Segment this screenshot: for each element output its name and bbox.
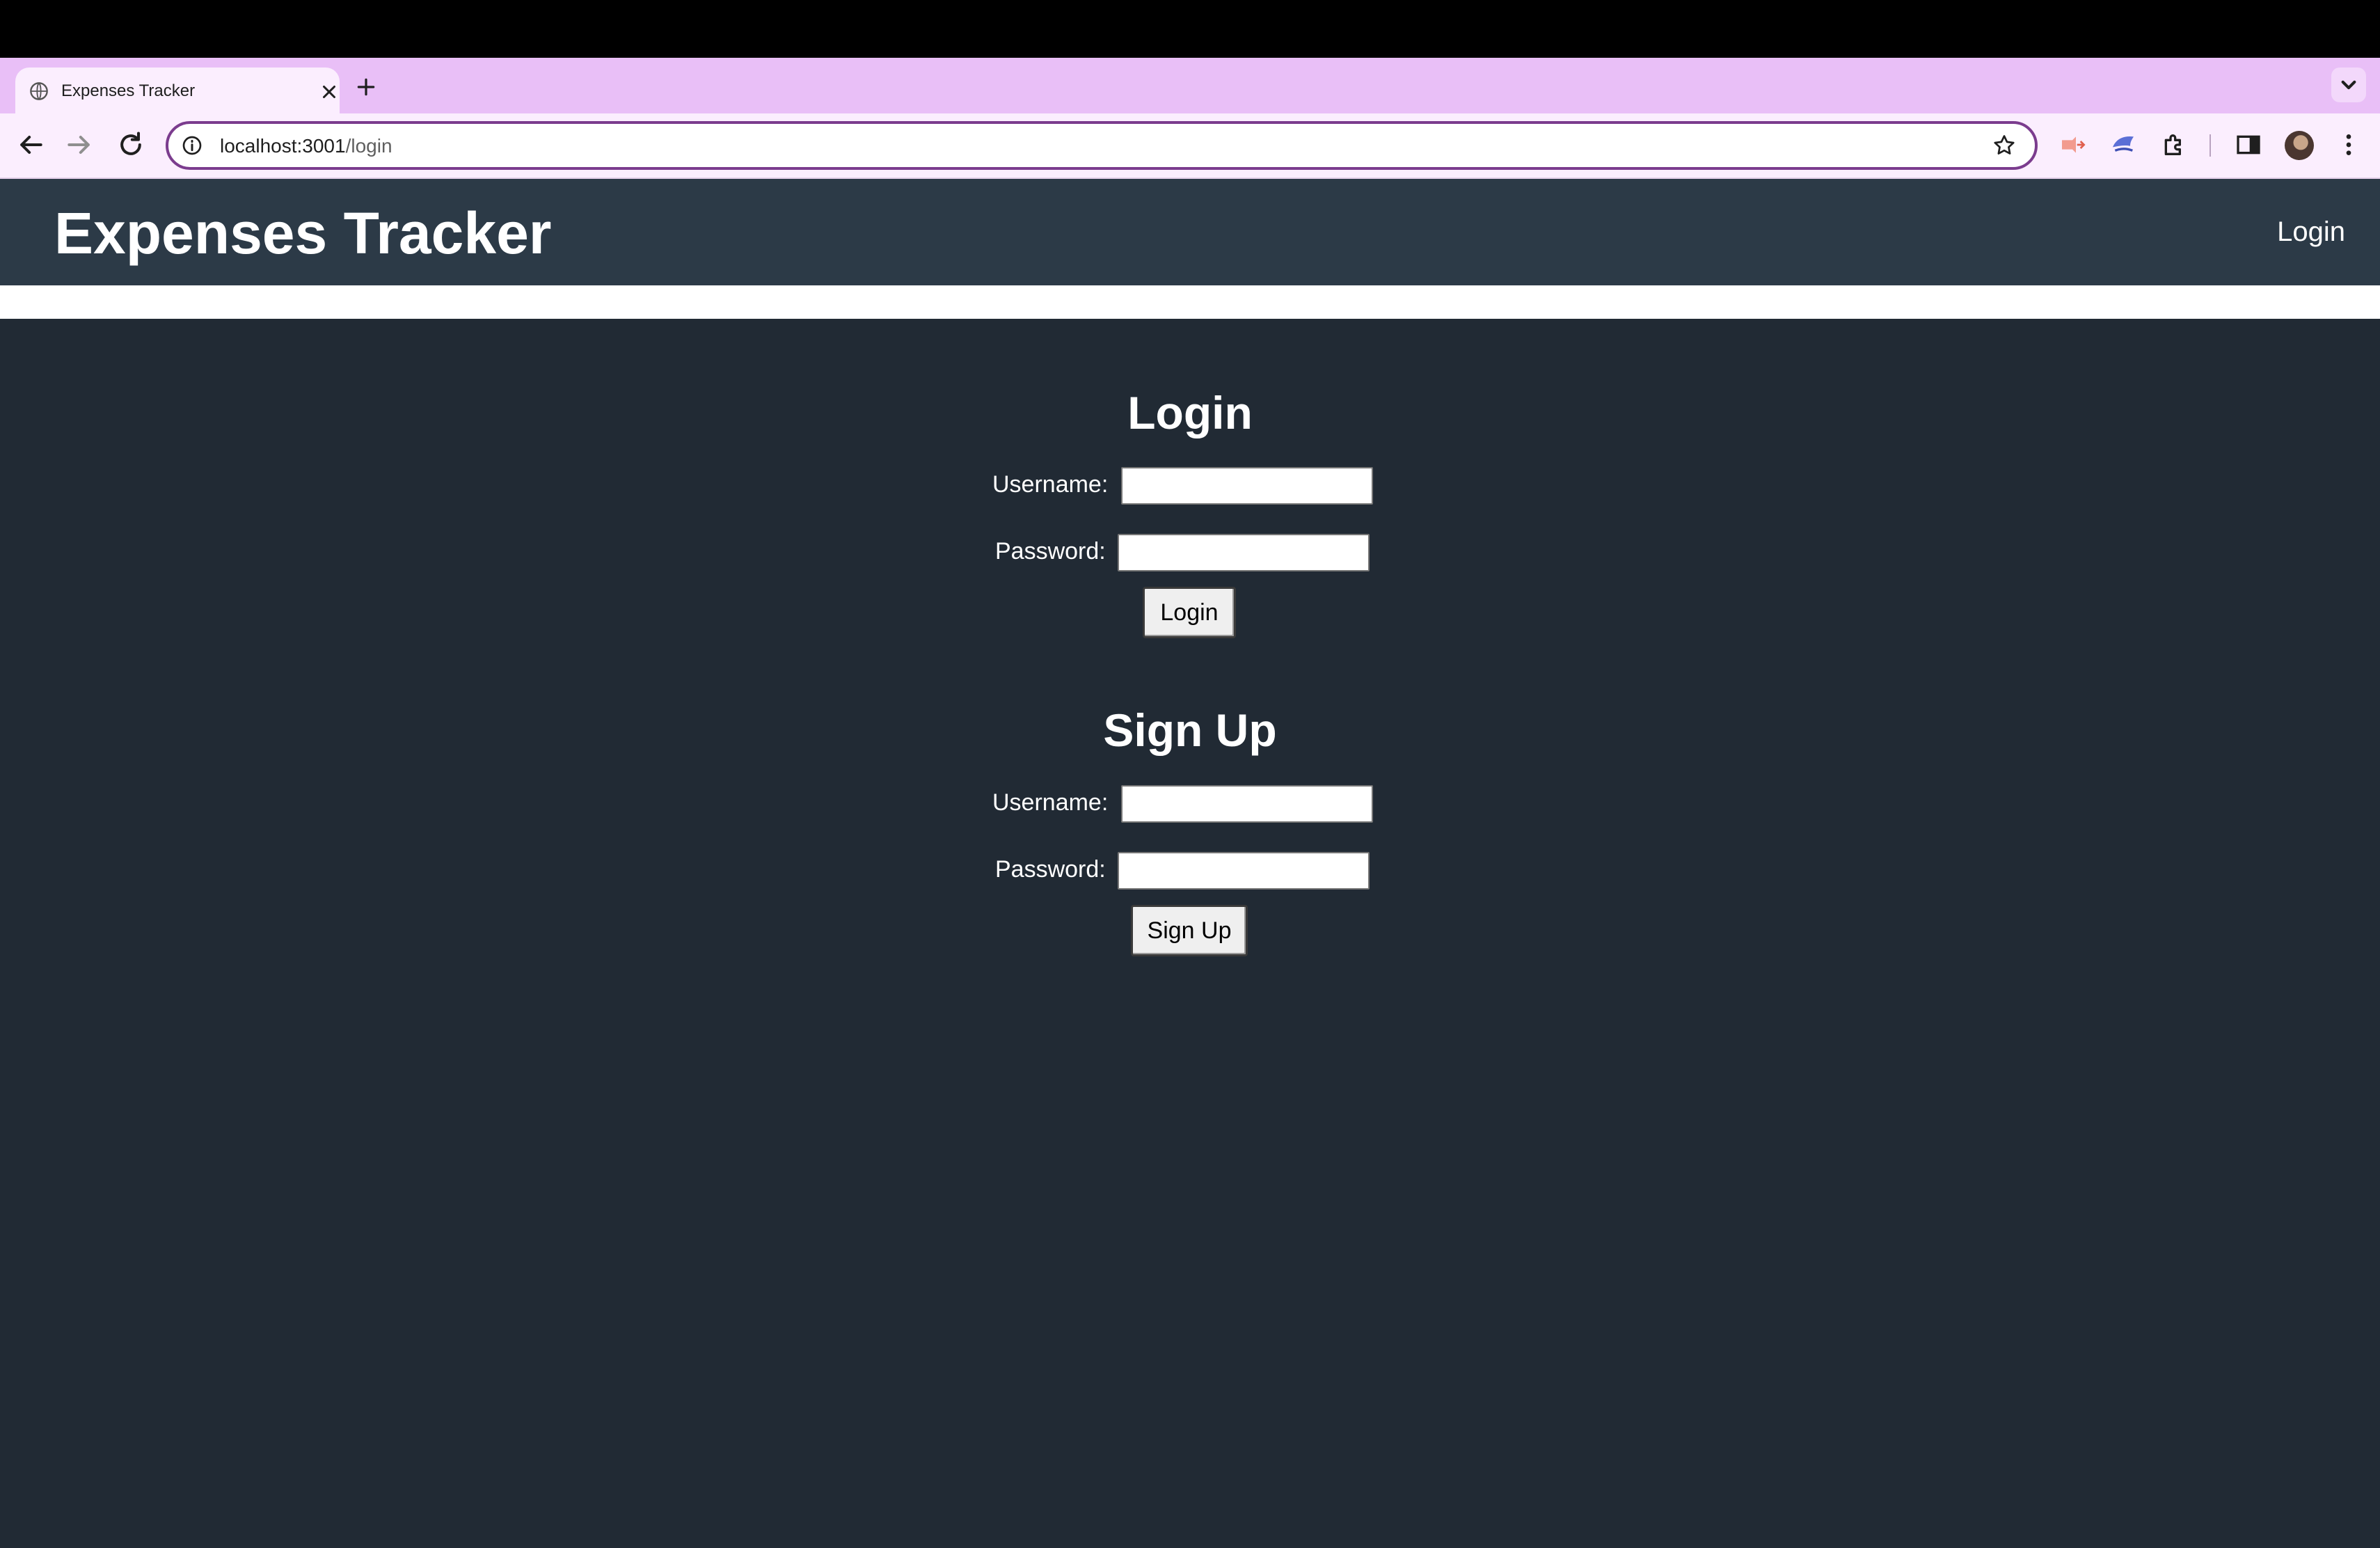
login-username-label: Username: — [992, 471, 1109, 498]
signup-password-label: Password: — [995, 856, 1106, 883]
nav-login-link[interactable]: Login — [2277, 216, 2345, 248]
screen-top-bar — [0, 0, 2380, 58]
reload-icon[interactable] — [116, 129, 146, 160]
back-arrow-icon[interactable] — [15, 129, 46, 160]
toolbar-divider — [2210, 134, 2211, 157]
signup-username-input[interactable] — [1121, 785, 1373, 823]
login-submit-button[interactable]: Login — [1143, 587, 1236, 638]
extension-blue-icon[interactable] — [2109, 131, 2137, 159]
extension-red-icon[interactable] — [2058, 131, 2086, 159]
login-password-input[interactable] — [1118, 534, 1370, 571]
tab-search-button[interactable] — [2331, 68, 2366, 102]
signup-username-label: Username: — [992, 789, 1109, 816]
url-text: localhost:3001/login — [220, 135, 392, 157]
login-password-label: Password: — [995, 538, 1106, 564]
app-header: Expenses Tracker Login — [0, 179, 2380, 285]
side-panel-icon[interactable] — [2235, 131, 2262, 159]
login-form-title: Login — [1127, 387, 1253, 439]
browser-tab-title: Expenses Tracker — [61, 81, 196, 100]
close-tab-icon[interactable] — [319, 81, 340, 102]
browser-toolbar: localhost:3001/login — [0, 113, 2380, 179]
browser-tab[interactable]: Expenses Tracker — [15, 68, 340, 113]
login-username-input[interactable] — [1121, 467, 1373, 505]
page-content: Expenses Tracker Login Login Username: P… — [0, 179, 2380, 1548]
globe-icon — [29, 81, 49, 101]
signup-submit-button[interactable]: Sign Up — [1131, 905, 1248, 956]
url-path: /login — [345, 135, 392, 157]
signup-form-title: Sign Up — [1103, 704, 1277, 756]
more-menu-icon[interactable] — [2335, 131, 2363, 159]
new-tab-plus-icon[interactable] — [355, 76, 377, 98]
header-separator-band — [0, 285, 2380, 319]
extensions-puzzle-icon[interactable] — [2160, 131, 2188, 159]
address-bar[interactable]: localhost:3001/login — [166, 121, 2038, 170]
signup-password-input[interactable] — [1118, 852, 1370, 890]
forward-arrow-icon[interactable] — [64, 129, 95, 160]
browser-tab-strip: Expenses Tracker — [0, 58, 2380, 113]
site-info-icon[interactable] — [181, 134, 203, 157]
profile-avatar[interactable] — [2285, 131, 2314, 160]
app-brand-title: Expenses Tracker — [54, 200, 552, 266]
url-host: localhost:3001 — [220, 135, 346, 157]
bookmark-star-icon[interactable] — [1992, 133, 2017, 158]
